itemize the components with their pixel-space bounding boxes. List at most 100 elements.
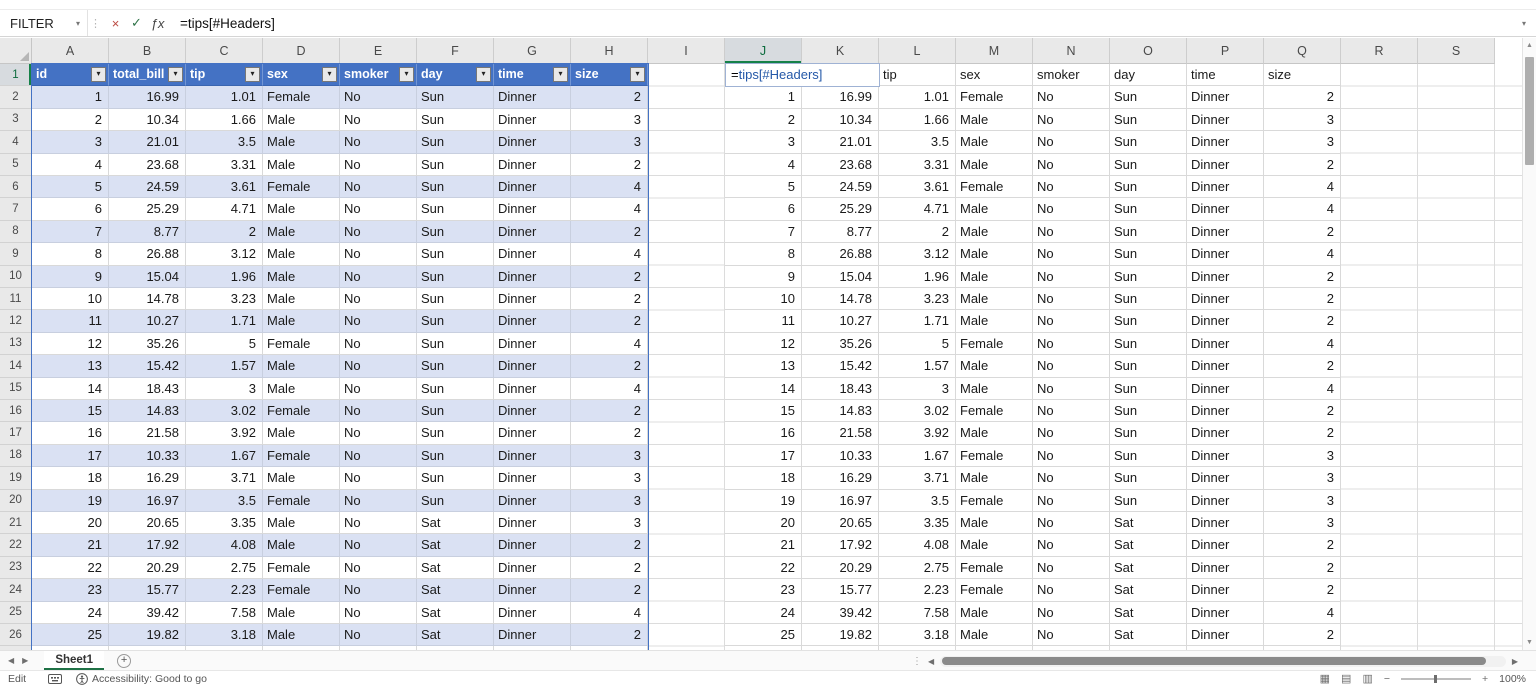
cell-H18[interactable]: 3 xyxy=(571,445,648,467)
cell-H23[interactable]: 2 xyxy=(571,557,648,579)
cell-G9[interactable]: Dinner xyxy=(494,243,571,265)
cell-J15[interactable]: 14 xyxy=(725,378,802,400)
cell-A9[interactable]: 8 xyxy=(32,243,109,265)
cell-F13[interactable]: Sun xyxy=(417,333,494,355)
formula-input[interactable]: =tips[#Headers] xyxy=(180,16,1522,31)
cell-E23[interactable]: No xyxy=(340,557,417,579)
cell-K11[interactable]: 14.78 xyxy=(802,288,879,310)
horizontal-scrollbar[interactable] xyxy=(940,656,1506,667)
cell-L12[interactable]: 1.71 xyxy=(879,310,956,332)
cell-N13[interactable]: No xyxy=(1033,333,1110,355)
cell-B26[interactable]: 19.82 xyxy=(109,624,186,646)
cell-G17[interactable]: Dinner xyxy=(494,422,571,444)
cell-C2[interactable]: 1.01 xyxy=(186,86,263,108)
cell-J25[interactable]: 24 xyxy=(725,602,802,624)
cell-O9[interactable]: Sun xyxy=(1110,243,1187,265)
cell-Q25[interactable]: 4 xyxy=(1264,602,1341,624)
cell-M6[interactable]: Female xyxy=(956,176,1033,198)
column-header-F[interactable]: F xyxy=(417,38,494,64)
cell-C11[interactable]: 3.23 xyxy=(186,288,263,310)
cell-A8[interactable]: 7 xyxy=(32,221,109,243)
cell-K26[interactable]: 19.82 xyxy=(802,624,879,646)
cell-L16[interactable]: 3.02 xyxy=(879,400,956,422)
cell-E10[interactable]: No xyxy=(340,266,417,288)
cell-N2[interactable]: No xyxy=(1033,86,1110,108)
cell-N23[interactable]: No xyxy=(1033,557,1110,579)
cell-J7[interactable]: 6 xyxy=(725,198,802,220)
cell-N7[interactable]: No xyxy=(1033,198,1110,220)
cell-B24[interactable]: 15.77 xyxy=(109,579,186,601)
cell-C3[interactable]: 1.66 xyxy=(186,109,263,131)
cell-O24[interactable]: Sat xyxy=(1110,579,1187,601)
cell-F24[interactable]: Sat xyxy=(417,579,494,601)
row-header-9[interactable]: 9 xyxy=(0,243,32,265)
cell-B3[interactable]: 10.34 xyxy=(109,109,186,131)
horizontal-scrollbar-thumb[interactable] xyxy=(942,657,1486,665)
column-header-R[interactable]: R xyxy=(1341,38,1418,64)
cell-H13[interactable]: 4 xyxy=(571,333,648,355)
cell-E11[interactable]: No xyxy=(340,288,417,310)
cell-C6[interactable]: 3.61 xyxy=(186,176,263,198)
cell-J6[interactable]: 5 xyxy=(725,176,802,198)
add-sheet-button[interactable]: + xyxy=(117,654,131,668)
cell-Q24[interactable]: 2 xyxy=(1264,579,1341,601)
cell-K25[interactable]: 39.42 xyxy=(802,602,879,624)
cell-P14[interactable]: Dinner xyxy=(1187,355,1264,377)
cell-H17[interactable]: 2 xyxy=(571,422,648,444)
cell-F23[interactable]: Sat xyxy=(417,557,494,579)
cell-D7[interactable]: Male xyxy=(263,198,340,220)
cell-B15[interactable]: 18.43 xyxy=(109,378,186,400)
cell-D16[interactable]: Female xyxy=(263,400,340,422)
cell-D11[interactable]: Male xyxy=(263,288,340,310)
filter-button-id[interactable]: ▾ xyxy=(91,67,106,82)
cell-P9[interactable]: Dinner xyxy=(1187,243,1264,265)
cell-O5[interactable]: Sun xyxy=(1110,154,1187,176)
cell-N9[interactable]: No xyxy=(1033,243,1110,265)
cell-E5[interactable]: No xyxy=(340,154,417,176)
filter-button-time[interactable]: ▾ xyxy=(553,67,568,82)
cell-A22[interactable]: 21 xyxy=(32,534,109,556)
cell-C4[interactable]: 3.5 xyxy=(186,131,263,153)
column-header-A[interactable]: A xyxy=(32,38,109,64)
cell-G20[interactable]: Dinner xyxy=(494,490,571,512)
cell-F12[interactable]: Sun xyxy=(417,310,494,332)
cell-C10[interactable]: 1.96 xyxy=(186,266,263,288)
cell-P2[interactable]: Dinner xyxy=(1187,86,1264,108)
cell-H16[interactable]: 2 xyxy=(571,400,648,422)
row-header-1[interactable]: 1 xyxy=(0,64,32,86)
cell-K6[interactable]: 24.59 xyxy=(802,176,879,198)
cell-P11[interactable]: Dinner xyxy=(1187,288,1264,310)
cell-B19[interactable]: 16.29 xyxy=(109,467,186,489)
cell-M16[interactable]: Female xyxy=(956,400,1033,422)
row-header-16[interactable]: 16 xyxy=(0,400,32,422)
cell-C5[interactable]: 3.31 xyxy=(186,154,263,176)
cell-H11[interactable]: 2 xyxy=(571,288,648,310)
cell-K10[interactable]: 15.04 xyxy=(802,266,879,288)
cell-L25[interactable]: 7.58 xyxy=(879,602,956,624)
cell-L23[interactable]: 2.75 xyxy=(879,557,956,579)
cell-B22[interactable]: 17.92 xyxy=(109,534,186,556)
cell-L4[interactable]: 3.5 xyxy=(879,131,956,153)
column-header-D[interactable]: D xyxy=(263,38,340,64)
cell-K24[interactable]: 15.77 xyxy=(802,579,879,601)
cell-D8[interactable]: Male xyxy=(263,221,340,243)
cell-K18[interactable]: 10.33 xyxy=(802,445,879,467)
select-all-button[interactable] xyxy=(0,38,32,64)
row-header-25[interactable]: 25 xyxy=(0,602,32,624)
cell-O22[interactable]: Sat xyxy=(1110,534,1187,556)
cell-Q10[interactable]: 2 xyxy=(1264,266,1341,288)
cell-J12[interactable]: 11 xyxy=(725,310,802,332)
cell-A25[interactable]: 24 xyxy=(32,602,109,624)
cell-L6[interactable]: 3.61 xyxy=(879,176,956,198)
cell-B8[interactable]: 8.77 xyxy=(109,221,186,243)
cell-Q12[interactable]: 2 xyxy=(1264,310,1341,332)
cell-K5[interactable]: 23.68 xyxy=(802,154,879,176)
cell-N1[interactable]: smoker xyxy=(1033,64,1110,86)
vertical-scrollbar-thumb[interactable] xyxy=(1525,57,1534,165)
active-cell-editor[interactable]: =tips[#Headers] xyxy=(725,63,880,87)
row-header-14[interactable]: 14 xyxy=(0,355,32,377)
cell-C13[interactable]: 5 xyxy=(186,333,263,355)
cell-F8[interactable]: Sun xyxy=(417,221,494,243)
cell-D12[interactable]: Male xyxy=(263,310,340,332)
cell-E1[interactable]: smoker▾ xyxy=(340,64,417,86)
